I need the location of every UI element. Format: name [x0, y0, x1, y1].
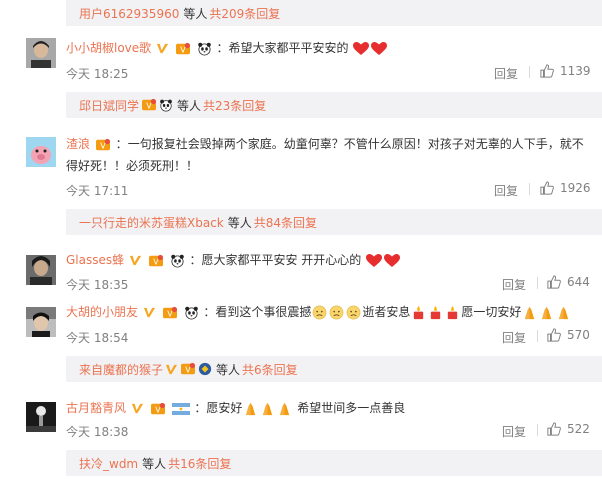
comment-username[interactable]: 大胡的小朋友 [66, 305, 138, 319]
panda-icon [159, 98, 173, 112]
thumbs-up-icon [547, 275, 561, 289]
sub-reply-and: 等人 [142, 456, 167, 471]
comment-username[interactable]: 古月豁青风 [66, 401, 126, 415]
reply-button[interactable]: 回复 [494, 65, 518, 82]
member-badge-icon [150, 402, 166, 416]
member-badge-icon [141, 98, 157, 112]
heart-icon [353, 42, 369, 56]
verified-v-icon [143, 306, 156, 319]
avatar[interactable] [26, 402, 56, 432]
sad-face-icon [346, 305, 361, 320]
candle-icon [411, 305, 426, 320]
candle-icon [445, 305, 460, 320]
avatar[interactable] [26, 38, 56, 68]
flag-icon [172, 403, 190, 415]
pray-icon [556, 305, 571, 320]
comment-text-part: 愿安好 [206, 401, 243, 415]
pray-icon [539, 305, 554, 320]
comment-time: 今天 17:11 [66, 184, 129, 198]
avatar[interactable] [26, 255, 56, 285]
comment-time: 今天 18:54 [66, 331, 129, 345]
comment-username[interactable]: 小小胡椒love歌 [66, 41, 151, 55]
reply-button[interactable]: 回复 [494, 182, 518, 199]
sub-reply-bar[interactable]: 来自魔都的猴子 等人 共6条回复 [66, 356, 602, 382]
panda-icon [197, 41, 212, 56]
like-count: 1926 [560, 181, 591, 195]
sub-reply-count[interactable]: 共16条回复 [168, 455, 231, 472]
thumbs-up-icon [540, 64, 554, 78]
verified-v-icon [156, 42, 169, 55]
sad-face-icon [312, 305, 327, 320]
verified-v-icon [165, 363, 178, 376]
pray-icon [243, 401, 258, 416]
reply-button[interactable]: 回复 [502, 423, 526, 440]
sub-reply-bar[interactable]: 用户6162935960 等人 共209条回复 [66, 0, 602, 26]
heart-icon [366, 254, 382, 268]
like-button[interactable]: 644 [547, 275, 590, 289]
thumbs-up-icon [547, 328, 561, 342]
comment-text: 一句报复社会毁掉两个家庭。幼童何辜？不管什么原因！对孩子对无辜的人下手，就不得好… [66, 137, 584, 173]
like-button[interactable]: 570 [547, 328, 590, 342]
sub-reply-count[interactable]: 共84条回复 [254, 214, 317, 231]
comment-time: 今天 18:35 [66, 278, 129, 292]
sub-reply-count[interactable]: 共23条回复 [203, 97, 266, 114]
thumbs-up-icon [540, 181, 554, 195]
sub-reply-and: 等人 [227, 215, 252, 230]
thumbs-up-icon [547, 422, 561, 436]
sub-reply-user[interactable]: 一只行走的米苏蛋糕Xback [79, 214, 224, 231]
candle-icon [428, 305, 443, 320]
like-button[interactable]: 522 [547, 422, 590, 436]
like-count: 644 [567, 275, 590, 289]
sad-face-icon [329, 305, 344, 320]
sub-reply-and: 等人 [216, 362, 241, 377]
comment-text-part: 愿一切安好 [461, 305, 522, 319]
sub-reply-count[interactable]: 共6条回复 [242, 361, 298, 378]
circle-badge-icon [198, 362, 212, 376]
comment-text: 希望大家都平平安安的 [228, 41, 349, 55]
like-button[interactable]: 1139 [540, 64, 591, 78]
pray-icon [277, 401, 292, 416]
reply-button[interactable]: 回复 [502, 276, 526, 293]
member-badge-icon [148, 254, 164, 268]
sub-reply-bar[interactable]: 邱日斌同学 等人 共23条回复 [66, 92, 602, 118]
verified-v-icon [129, 254, 142, 267]
avatar[interactable] [26, 137, 56, 167]
sub-reply-user[interactable]: 来自魔都的猴子 [79, 361, 163, 378]
comment-time: 今天 18:38 [66, 425, 129, 439]
like-count: 570 [567, 328, 590, 342]
reply-button[interactable]: 回复 [502, 329, 526, 346]
like-count: 522 [567, 422, 590, 436]
sub-reply-and: 等人 [177, 98, 202, 113]
member-badge-icon [162, 306, 178, 320]
comment-text-part: 希望世间多一点善良 [297, 401, 406, 415]
heart-icon [371, 42, 387, 56]
comment-text-part: 看到这个事很震撼 [215, 305, 312, 319]
avatar[interactable] [26, 307, 56, 337]
comment-username[interactable]: Glasses蜂 [66, 253, 124, 267]
sub-reply-user[interactable]: 邱日斌同学 [79, 97, 139, 114]
panda-icon [170, 253, 185, 268]
sub-reply-and: 等人 [183, 6, 208, 21]
like-button[interactable]: 1926 [540, 181, 591, 195]
member-badge-icon [95, 138, 111, 152]
panda-icon [184, 305, 199, 320]
pray-icon [260, 401, 275, 416]
verified-v-icon [131, 402, 144, 415]
heart-icon [384, 254, 400, 268]
sub-reply-bar[interactable]: 一只行走的米苏蛋糕Xback 等人 共84条回复 [66, 209, 602, 235]
sub-reply-count[interactable]: 共209条回复 [209, 5, 280, 22]
sub-reply-user[interactable]: 扶冷_wdm [79, 455, 138, 472]
comment-text-part: 逝者安息 [362, 305, 411, 319]
member-badge-icon [175, 42, 191, 56]
member-badge-icon [180, 362, 196, 376]
comment-username[interactable]: 渣浪 [66, 137, 90, 151]
sub-reply-bar[interactable]: 扶冷_wdm 等人 共16条回复 [66, 450, 602, 476]
pray-icon [522, 305, 537, 320]
like-count: 1139 [560, 64, 591, 78]
comment-text: 愿大家都平平安安 开开心心的 [201, 253, 362, 267]
sub-reply-user[interactable]: 用户6162935960 [79, 5, 179, 22]
comment-time: 今天 18:25 [66, 67, 129, 81]
